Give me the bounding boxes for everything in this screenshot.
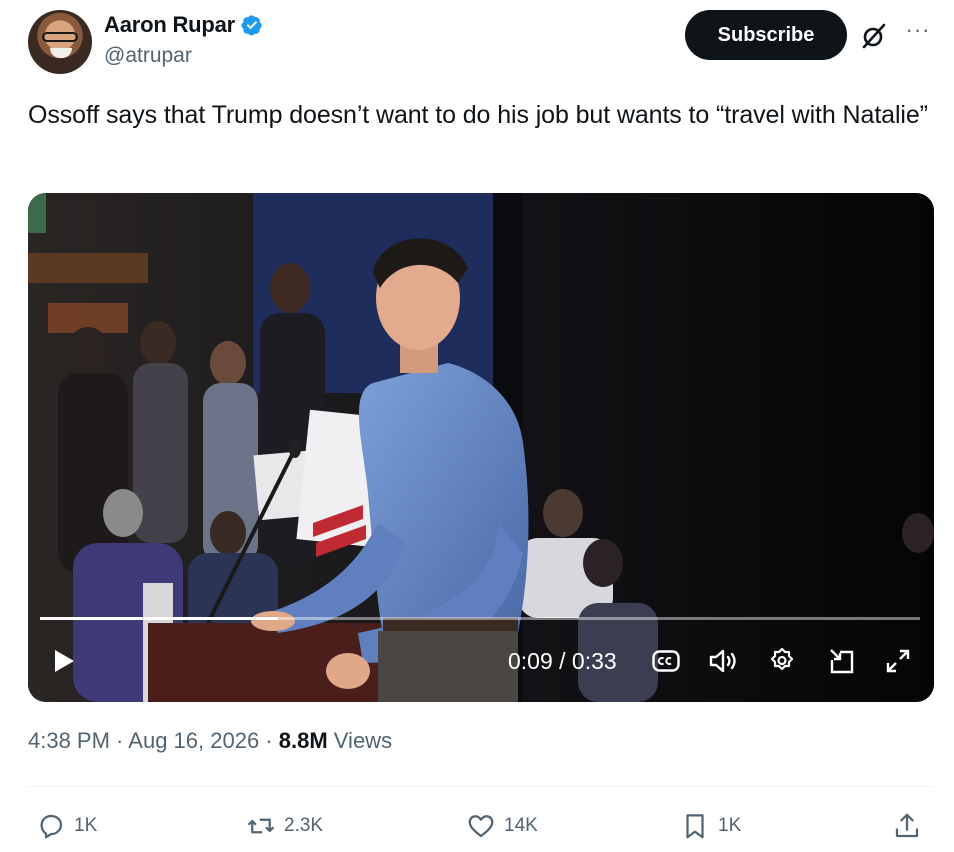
play-button[interactable]	[46, 638, 82, 684]
video-progress-fill	[40, 617, 278, 620]
reply-icon	[40, 814, 63, 839]
video-player[interactable]: 0:09 / 0:33	[28, 193, 934, 702]
like-count: 14K	[504, 815, 538, 836]
views-count[interactable]: 8.8M	[279, 728, 328, 753]
tweet-text: Ossoff says that Trump doesn’t want to d…	[28, 101, 928, 129]
repost-icon	[247, 818, 275, 834]
video-time: 0:09 / 0:33	[508, 648, 617, 674]
share-icon	[895, 813, 919, 838]
repost-button[interactable]: 2.3K	[246, 806, 323, 846]
meta-separator: ·	[259, 728, 279, 753]
tweet-meta: 4:38 PM · Aug 16, 2026 · 8.8M Views	[28, 728, 392, 754]
video-progress-bar[interactable]	[40, 617, 920, 620]
divider	[28, 786, 932, 787]
meta-separator: ·	[109, 728, 129, 753]
views-label: Views	[327, 728, 393, 753]
repost-count: 2.3K	[284, 815, 324, 836]
pip-icon	[830, 649, 854, 674]
share-button[interactable]	[892, 806, 922, 846]
subscribe-button[interactable]: Subscribe	[685, 10, 847, 60]
tweet-date[interactable]: Aug 16, 2026	[128, 728, 259, 753]
captions-icon	[652, 650, 680, 672]
tweet-time[interactable]: 4:38 PM	[28, 728, 110, 753]
settings-button[interactable]	[764, 638, 800, 684]
heart-icon	[468, 815, 494, 838]
action-bar: 1K 2.3K 14K 1K	[28, 806, 932, 846]
bookmark-count: 1K	[718, 815, 742, 836]
like-button[interactable]: 14K	[466, 806, 538, 846]
volume-icon	[709, 649, 736, 673]
grok-icon[interactable]	[860, 22, 888, 50]
verified-badge-icon	[241, 15, 262, 36]
fullscreen-icon	[886, 649, 910, 673]
fullscreen-button[interactable]	[880, 638, 916, 684]
reply-count: 1K	[74, 815, 98, 836]
author-display-name[interactable]: Aaron Rupar	[104, 12, 235, 38]
video-frame	[28, 193, 934, 702]
author-handle[interactable]: @atrupar	[104, 44, 263, 68]
avatar-glasses	[42, 32, 78, 42]
avatar[interactable]	[28, 10, 92, 74]
video-controls: 0:09 / 0:33	[28, 638, 934, 684]
tweet-header: Aaron Rupar @atrupar Subscribe ···	[28, 10, 932, 76]
volume-button[interactable]	[706, 638, 742, 684]
avatar-smile	[50, 48, 72, 58]
settings-icon	[770, 647, 794, 671]
author-name-row: Aaron Rupar	[104, 12, 263, 38]
captions-button[interactable]	[648, 638, 684, 684]
bookmark-icon	[686, 814, 704, 839]
pip-button[interactable]	[824, 638, 860, 684]
bookmark-button[interactable]: 1K	[680, 806, 741, 846]
reply-button[interactable]: 1K	[36, 806, 97, 846]
author-block: Aaron Rupar @atrupar	[104, 12, 263, 68]
play-icon	[55, 650, 74, 672]
more-icon[interactable]: ···	[904, 19, 932, 48]
